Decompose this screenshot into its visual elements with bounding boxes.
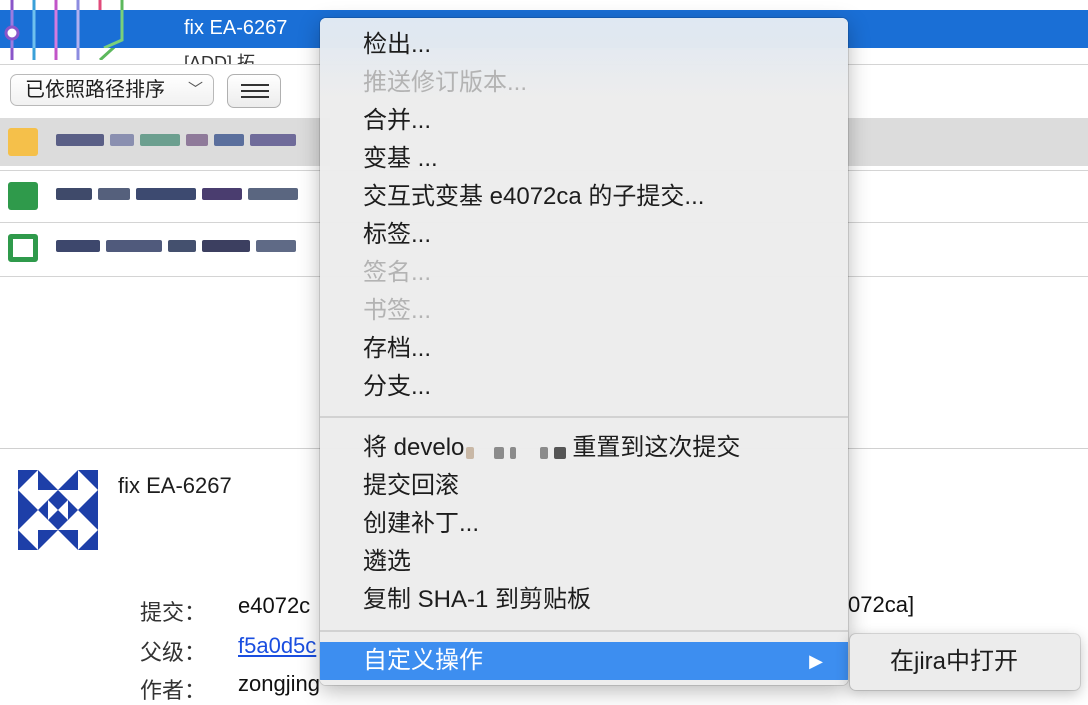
parent-label: 父级： — [140, 640, 207, 665]
menu-item-branch[interactable]: 分支... — [320, 368, 848, 406]
menu-item-sign: 签名... — [363, 259, 432, 286]
file-list-item[interactable] — [0, 172, 330, 220]
commit-graph-segment — [4, 10, 124, 48]
menu-item-tag[interactable]: 标签... — [320, 216, 848, 254]
sort-order-label: 已依照路径排序 — [25, 79, 165, 101]
commit-context-menu: 检出... 推送修订版本... 合并... 变基 ... 交互式变基 e4072… — [320, 18, 848, 685]
menu-item-rebase[interactable]: 变基 ... — [320, 140, 848, 178]
file-name-redacted — [56, 134, 316, 148]
menu-item-merge[interactable]: 合并... — [320, 102, 848, 140]
view-mode-button[interactable] — [227, 74, 281, 108]
menu-item-open-in-jira[interactable]: 在jira中打开 — [850, 644, 1080, 680]
menu-separator — [320, 416, 848, 418]
list-icon — [241, 84, 269, 102]
file-list-item[interactable] — [0, 224, 330, 272]
custom-actions-submenu: 在jira中打开 — [850, 634, 1080, 690]
menu-item-archive[interactable]: 存档... — [320, 330, 848, 368]
file-list-item[interactable] — [0, 118, 330, 166]
menu-item-bookmark: 书签... — [363, 297, 432, 324]
file-modified-icon — [8, 182, 38, 210]
next-commit-message: [ADD] 拓 — [184, 53, 256, 64]
menu-item-copy-sha[interactable]: 复制 SHA-1 到剪贴板 — [320, 581, 848, 619]
file-row-extent — [848, 118, 1088, 166]
sort-order-select[interactable]: 已依照路径排序 ﹀ — [10, 74, 214, 106]
author-label: 作者： — [140, 678, 207, 703]
menu-item-create-patch[interactable]: 创建补丁... — [320, 505, 848, 543]
menu-item-checkout[interactable]: 检出... — [320, 26, 848, 64]
file-name-redacted — [56, 240, 316, 254]
file-added-icon — [8, 234, 38, 262]
commit-node-icon — [4, 25, 20, 41]
author-name: zongjing — [238, 671, 320, 696]
menu-item-revert[interactable]: 提交回滚 — [320, 467, 848, 505]
file-name-redacted — [56, 188, 316, 202]
reset-suffix: 重置到这次提交 — [572, 434, 741, 461]
custom-actions-label: 自定义操作 — [363, 647, 483, 674]
author-avatar — [18, 470, 98, 550]
commit-hash: e4072c — [238, 593, 311, 618]
folder-icon — [8, 128, 38, 156]
commit-message: fix EA-6267 — [184, 17, 288, 39]
chevron-down-icon: ﹀ — [187, 81, 203, 98]
menu-item-custom-actions[interactable]: 自定义操作 ▶ — [320, 642, 848, 680]
menu-item-push-revision: 推送修订版本... — [363, 69, 528, 96]
menu-item-reset-branch[interactable]: 将 develo 重置到这次提交 — [320, 429, 848, 467]
menu-item-cherry-pick[interactable]: 遴选 — [320, 543, 848, 581]
commit-label: 提交： — [140, 600, 207, 625]
submenu-arrow-icon: ▶ — [809, 651, 823, 671]
menu-item-interactive-rebase[interactable]: 交互式变基 e4072ca 的子提交... — [320, 178, 848, 216]
parent-hash-link[interactable]: f5a0d5c — [238, 633, 316, 659]
commit-hash-tail: 072ca] — [848, 592, 915, 617]
branch-name-redacted — [464, 439, 572, 459]
menu-separator — [320, 630, 848, 632]
reset-prefix: 将 develo — [363, 434, 465, 461]
commit-title: fix EA-6267 — [118, 473, 232, 498]
